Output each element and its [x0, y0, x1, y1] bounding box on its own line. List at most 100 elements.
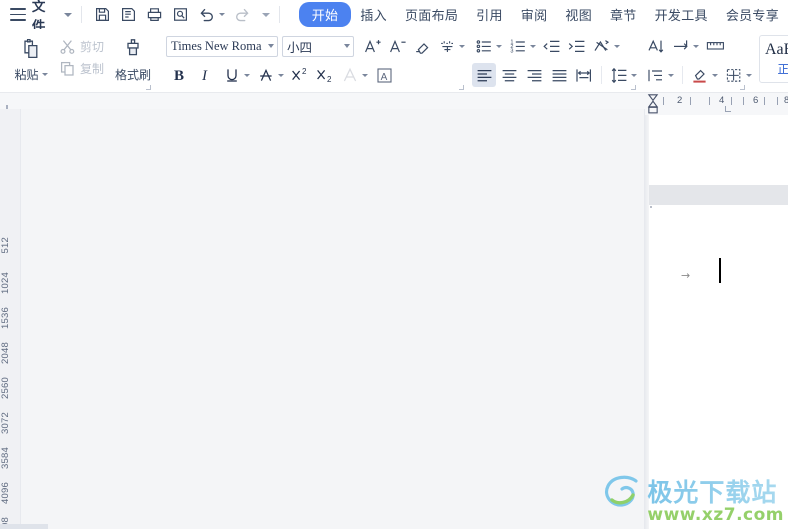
outline-level-button[interactable]: [644, 63, 677, 87]
align-left-icon[interactable]: [472, 63, 496, 87]
document-grid-icon[interactable]: [703, 34, 727, 58]
line-spacing-icon[interactable]: [607, 63, 631, 87]
divider: [682, 66, 683, 84]
font-name-value: Times New Roma: [171, 38, 262, 53]
shrink-font-icon[interactable]: [385, 34, 409, 58]
superscript-icon[interactable]: 2: [288, 63, 312, 87]
chevron-down-icon[interactable]: [340, 37, 353, 56]
show-paragraph-marks-icon[interactable]: [669, 34, 693, 58]
line-spacing-button[interactable]: [607, 63, 640, 87]
tab-member-exclusive[interactable]: 会员专享: [717, 2, 788, 27]
tab-developer-tools[interactable]: 开发工具: [646, 2, 717, 27]
ribbon-toolbar: 粘贴 剪切 复制 格式刷 Times New Roma 小四 B I 2 2 A…: [0, 29, 788, 93]
tab-review[interactable]: 审阅: [512, 2, 557, 27]
decrease-indent-icon[interactable]: [540, 34, 564, 58]
chevron-down-icon[interactable]: [264, 37, 277, 56]
italic-icon[interactable]: I: [193, 63, 219, 87]
tab-insert[interactable]: 插入: [351, 2, 396, 27]
style-card-body-text[interactable]: AaBbC 正文: [759, 35, 788, 83]
pinyin-guide-button[interactable]: [435, 34, 468, 58]
ruler-tick: [743, 97, 744, 105]
paragraph-shading-button[interactable]: [688, 63, 721, 87]
underline-button[interactable]: [220, 63, 253, 87]
print-preview-icon[interactable]: [169, 3, 193, 27]
strikethrough-button[interactable]: [254, 63, 287, 87]
paragraph-shading-icon[interactable]: [688, 63, 712, 87]
clear-format-icon[interactable]: [410, 34, 434, 58]
cut-button[interactable]: 剪切: [56, 36, 109, 57]
subscript-icon[interactable]: 2: [313, 63, 337, 87]
clipboard-small-buttons: 剪切 复制: [56, 32, 109, 83]
undo-icon[interactable]: [195, 3, 219, 27]
print-icon[interactable]: [143, 3, 167, 27]
copy-button[interactable]: 复制: [56, 58, 109, 79]
ruler-label: 4096: [0, 482, 11, 504]
paragraph-dialog-launcher-icon[interactable]: [631, 85, 636, 90]
font-dialog-launcher-icon[interactable]: [459, 85, 464, 90]
tab-home[interactable]: 开始: [298, 2, 352, 27]
grow-font-icon[interactable]: [360, 34, 384, 58]
chevron-down-icon: [41, 73, 48, 76]
undo-button[interactable]: [195, 3, 228, 27]
text-effect-icon[interactable]: [338, 63, 362, 87]
align-justify-icon[interactable]: [547, 63, 571, 87]
save-as-icon[interactable]: [117, 3, 141, 27]
sort-icon[interactable]: [644, 34, 668, 58]
document-editor-left[interactable]: 512 1024 1536 2048 2560 3072 3584 4096 4…: [0, 93, 645, 529]
align-center-icon[interactable]: [497, 63, 521, 87]
show-paragraph-marks-button[interactable]: [669, 34, 702, 58]
ruler-label: 3584: [0, 447, 11, 469]
save-icon[interactable]: [91, 3, 115, 27]
horizontal-ruler-left[interactable]: [0, 93, 645, 109]
tab-stop-marker-icon[interactable]: [725, 106, 731, 112]
customize-quick-access-icon[interactable]: [261, 12, 270, 17]
paste-icon: [18, 35, 44, 65]
pinyin-guide-icon[interactable]: [435, 34, 459, 58]
clipboard-dialog-launcher-icon[interactable]: [146, 85, 151, 90]
document-canvas-left[interactable]: [21, 109, 645, 529]
font-size-combo[interactable]: 小四: [282, 35, 354, 57]
underline-icon[interactable]: [220, 63, 244, 87]
bullet-list-button[interactable]: [472, 34, 505, 58]
character-border-icon[interactable]: A: [372, 63, 396, 87]
ruler-label: 1024: [0, 272, 11, 294]
svg-text:3: 3: [510, 48, 513, 54]
redo-icon[interactable]: [230, 3, 254, 27]
vertical-ruler-left[interactable]: 512 1024 1536 2048 2560 3072 3584 4096 4…: [0, 109, 21, 529]
paste-button[interactable]: 粘贴: [8, 32, 54, 83]
text-effect-button[interactable]: [338, 63, 371, 87]
tab-sections[interactable]: 章节: [601, 2, 646, 27]
align-right-icon[interactable]: [522, 63, 546, 87]
tab-page-layout[interactable]: 页面布局: [396, 2, 467, 27]
bold-icon[interactable]: B: [166, 63, 192, 87]
font-name-combo[interactable]: Times New Roma: [166, 35, 278, 57]
svg-text:2: 2: [327, 75, 332, 84]
outline-level-icon[interactable]: [644, 63, 668, 87]
indent-markers-icon[interactable]: [647, 93, 659, 115]
hamburger-menu-icon[interactable]: [10, 8, 26, 21]
font-row-2: B I 2 2 A: [166, 62, 468, 88]
format-painter-button[interactable]: 格式刷: [111, 32, 155, 83]
chevron-down-icon: [218, 13, 225, 16]
borders-dialog-launcher-icon[interactable]: [740, 85, 745, 90]
increase-indent-icon[interactable]: [565, 34, 589, 58]
tab-view[interactable]: 视图: [556, 2, 601, 27]
smart-typography-icon[interactable]: [590, 34, 614, 58]
bullet-list-icon[interactable]: [472, 34, 496, 58]
smart-typography-button[interactable]: [590, 34, 623, 58]
svg-text:I: I: [201, 68, 208, 84]
document-page[interactable]: [649, 205, 788, 529]
horizontal-ruler-right[interactable]: 2 4 6 8: [645, 93, 788, 115]
distribute-text-icon[interactable]: [572, 63, 596, 87]
tab-references[interactable]: 引用: [467, 2, 512, 27]
chevron-down-icon: [496, 44, 502, 48]
chevron-down-icon: [668, 73, 674, 77]
borders-button[interactable]: [722, 63, 755, 87]
borders-icon[interactable]: [722, 63, 746, 87]
font-size-value: 小四: [287, 40, 313, 55]
document-page[interactable]: [649, 115, 788, 185]
document-editor-right[interactable]: 2 4 6 8 →: [645, 93, 788, 529]
numbered-list-button[interactable]: 123: [506, 34, 539, 58]
numbered-list-icon[interactable]: 123: [506, 34, 530, 58]
strikethrough-icon[interactable]: [254, 63, 278, 87]
